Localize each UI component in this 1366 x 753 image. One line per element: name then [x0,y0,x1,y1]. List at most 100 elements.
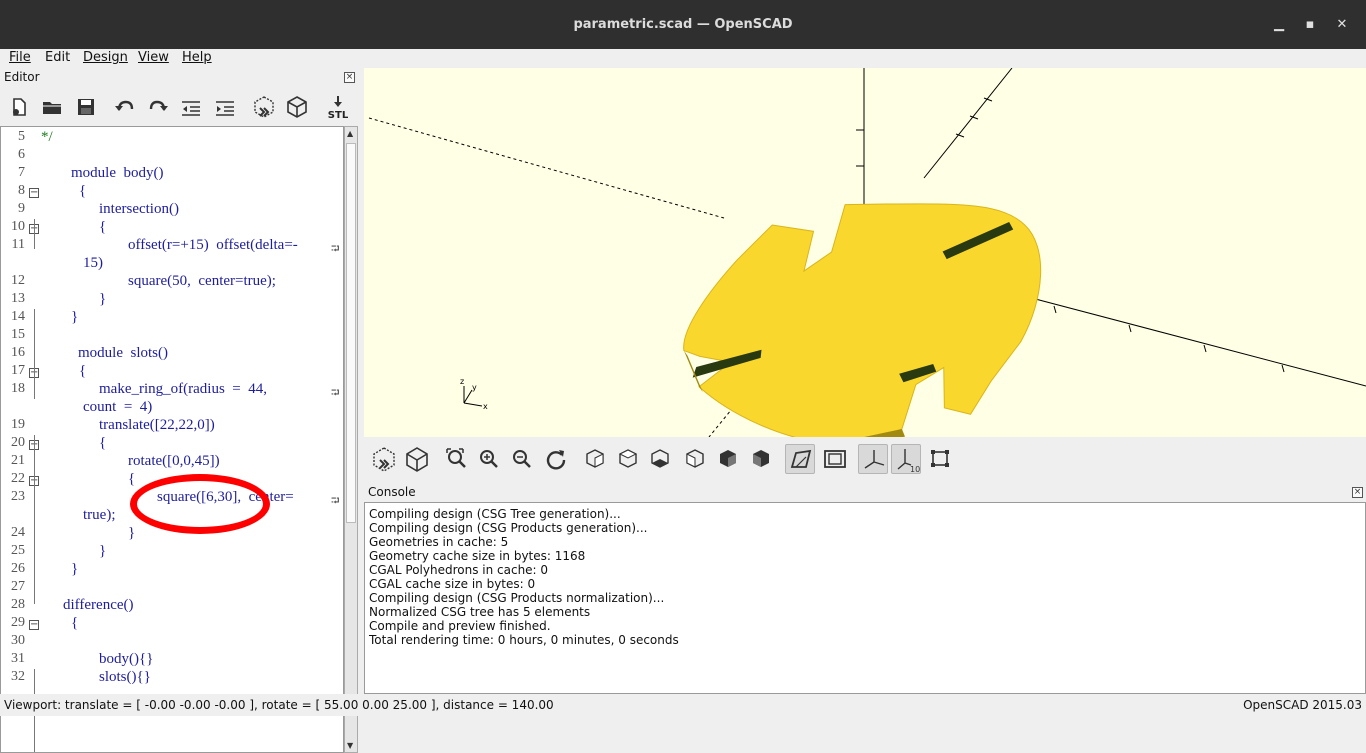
line-number: 16 [11,345,25,360]
export-stl-icon[interactable]: STL [325,94,351,121]
code-line: slots(){} [99,669,151,685]
view-all-icon[interactable] [441,444,471,474]
wrap-indicator-icon: ⮒ [331,494,340,507]
open-file-icon[interactable] [39,94,65,120]
view-top-icon[interactable] [613,444,643,474]
new-file-icon[interactable] [6,94,32,120]
menu-design[interactable]: Design [83,50,128,65]
preview-icon[interactable] [251,94,277,120]
console-line: Geometry cache size in bytes: 1168 [369,549,586,563]
view-back-icon[interactable] [746,444,776,474]
line-number: 26 [11,561,25,576]
console-line: Compile and preview finished. [369,619,551,633]
view-right-icon[interactable] [580,444,610,474]
3d-viewport[interactable]: z y x [364,68,1366,437]
orthogonal-icon[interactable] [820,444,850,474]
code-line: } [99,543,107,559]
maximize-icon[interactable]: ▪ [1299,14,1321,36]
code-line: module slots() [78,345,168,361]
wrap-indicator-icon: ⮒ [331,242,340,255]
close-icon[interactable]: ✕ [1331,14,1353,36]
line-number: 8 [18,183,25,198]
line-number-gutter: 5678−910−11121314151617−181920−2122−2324… [1,127,41,752]
menu-view[interactable]: View [138,50,169,65]
editor-scrollbar[interactable]: ▲ ▼ [344,126,358,753]
show-edges-icon[interactable] [925,444,955,474]
unindent-icon[interactable] [178,94,204,120]
line-number: 14 [11,309,25,324]
code-line: true); [83,507,116,523]
console-line: Compiling design (CSG Products normaliza… [369,591,665,605]
render-icon[interactable] [402,444,432,474]
show-axes-icon[interactable] [858,444,888,474]
line-number: 18 [11,381,25,396]
console-output[interactable]: Compiling design (CSG Tree generation)..… [364,502,1366,694]
viewport-toolbar: 10 [364,437,1366,481]
console-close-icon[interactable]: × [1352,487,1363,498]
code-line: { [79,183,87,199]
code-line: square(50, center=true); [128,273,276,289]
menu-help[interactable]: Help [182,50,212,65]
code-line: difference() [63,597,134,613]
line-number: 28 [11,597,25,612]
save-icon[interactable] [73,94,99,120]
console-line: CGAL cache size in bytes: 0 [369,577,536,591]
render-icon[interactable] [284,94,310,120]
window-title: parametric.scad — OpenSCAD [573,17,793,32]
minimize-icon[interactable]: ▁ [1268,14,1290,36]
menu-file[interactable]: File [9,50,31,65]
line-number: 6 [18,147,25,162]
code-line: { [99,435,107,451]
redo-icon[interactable] [145,94,171,120]
console-line: Compiling design (CSG Products generatio… [369,521,648,535]
code-editor[interactable]: 5678−910−11121314151617−181920−2122−2324… [0,126,344,753]
line-number: 12 [11,273,25,288]
axis-y-label: y [472,383,477,392]
undo-icon[interactable] [112,94,138,120]
zoom-in-icon[interactable] [474,444,504,474]
version-label: OpenSCAD 2015.03 [1243,698,1362,712]
editor-title: Editor [4,70,40,84]
code-line: } [99,291,107,307]
red-annotation-circle [130,474,270,534]
code-line: make_ring_of(radius = 44, [99,381,268,397]
fold-toggle-icon[interactable]: − [29,188,39,198]
code-line: body(){} [99,651,154,667]
line-number: 15 [11,327,25,342]
zoom-out-icon[interactable] [507,444,537,474]
menubar: File Edit Design View Help [0,49,1366,68]
line-number: 11 [11,237,25,252]
perspective-icon[interactable] [785,444,815,474]
code-line: rotate([0,0,45]) [128,453,220,469]
view-front-icon[interactable] [713,444,743,474]
code-line: 15) [83,255,103,271]
indent-icon[interactable] [212,94,238,120]
console-line: Total rendering time: 0 hours, 0 minutes… [369,633,679,647]
console-line: Compiling design (CSG Tree generation)..… [369,507,621,521]
line-number: 23 [11,489,25,504]
preview-icon[interactable] [369,444,399,474]
statusbar: Viewport: translate = [ -0.00 -0.00 -0.0… [0,694,1366,716]
console-line: Geometries in cache: 5 [369,535,509,549]
show-scale-icon[interactable]: 10 [891,444,921,474]
line-number: 21 [11,453,25,468]
axis-z-label: z [460,377,464,386]
line-number: 17 [11,363,25,378]
line-number: 10 [11,219,25,234]
reset-view-icon[interactable] [541,444,571,474]
view-bottom-icon[interactable] [645,444,675,474]
code-line: count = 4) [83,399,153,415]
editor-scrollbar-thumb[interactable] [346,143,356,523]
console-line: CGAL Polyhedrons in cache: 0 [369,563,549,577]
editor-close-icon[interactable]: × [344,72,355,83]
line-number: 7 [18,165,25,180]
code-line: } [71,309,79,325]
menu-edit[interactable]: Edit [45,50,70,65]
code-line: */ [41,129,53,145]
view-left-icon[interactable] [680,444,710,474]
line-number: 24 [11,525,25,540]
fold-guide [34,435,35,604]
line-number: 30 [11,633,25,648]
stl-label: STL [328,110,349,120]
fold-toggle-icon[interactable]: − [29,620,39,630]
